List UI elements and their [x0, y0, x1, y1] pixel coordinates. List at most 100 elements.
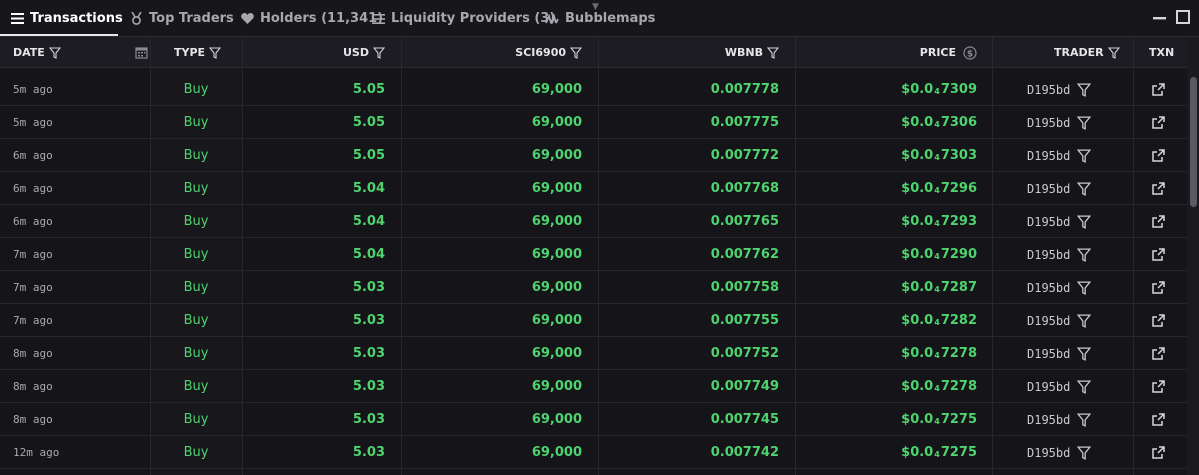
- row-usd: 5.04: [352, 181, 385, 196]
- price-prefix: $0.0: [901, 445, 934, 460]
- tab-holders[interactable]: Holders (11,341): [240, 0, 383, 37]
- trader-address[interactable]: D195bd: [1027, 446, 1070, 460]
- filter-icon[interactable]: [373, 46, 385, 59]
- table-row[interactable]: 7m ago Buy 5.03 69,000 0.007758 $0.0 4 7287 D195…: [0, 271, 1187, 304]
- calendar-icon[interactable]: [131, 37, 148, 68]
- row-usd: 5.03: [352, 412, 385, 427]
- external-link-icon[interactable]: [1150, 403, 1166, 436]
- filter-icon[interactable]: [1077, 116, 1092, 130]
- filter-icon[interactable]: [1077, 149, 1092, 163]
- column-txn-label: TXN: [1149, 46, 1175, 59]
- trader-address[interactable]: D195bd: [1027, 83, 1070, 97]
- trader-address[interactable]: D195bd: [1027, 314, 1070, 328]
- filter-icon[interactable]: [1077, 281, 1092, 295]
- row-trader[interactable]: D195bd: [1027, 271, 1092, 304]
- table-row[interactable]: 8m ago Buy 5.03 69,000 0.007752 $0.0 4 7278 D195…: [0, 337, 1187, 370]
- row-trader[interactable]: D195bd: [1027, 337, 1092, 370]
- row-price: $0.0 4 7293: [901, 205, 977, 238]
- row-trader[interactable]: D195bd: [1027, 436, 1092, 469]
- filter-icon[interactable]: [1077, 446, 1092, 460]
- external-link-icon[interactable]: [1150, 205, 1166, 238]
- filter-icon[interactable]: [1077, 182, 1092, 196]
- row-token-amount: 69,000: [531, 247, 582, 262]
- filter-icon[interactable]: [1077, 347, 1092, 361]
- column-trader[interactable]: TRADER: [1054, 37, 1120, 68]
- filter-icon[interactable]: [570, 46, 582, 59]
- filter-icon[interactable]: [1077, 215, 1092, 229]
- price-zero-count: 4: [934, 252, 940, 261]
- column-price-label: PRICE: [919, 46, 956, 59]
- table-row[interactable]: 6m ago Buy 5.05 69,000 0.007772 $0.0 4 7303 D195…: [0, 139, 1187, 172]
- trader-address[interactable]: D195bd: [1027, 215, 1070, 229]
- row-trader[interactable]: D195bd: [1027, 106, 1092, 139]
- trader-address[interactable]: D195bd: [1027, 248, 1070, 262]
- column-sci6900[interactable]: SCI6900: [515, 37, 582, 68]
- maximize-icon[interactable]: [1175, 9, 1191, 25]
- scrollbar-thumb[interactable]: [1190, 77, 1197, 207]
- trader-address[interactable]: D195bd: [1027, 413, 1070, 427]
- row-trader[interactable]: D195bd: [1027, 73, 1092, 106]
- row-trader[interactable]: D195bd: [1027, 172, 1092, 205]
- external-link-icon[interactable]: [1150, 271, 1166, 304]
- trader-address[interactable]: D195bd: [1027, 182, 1070, 196]
- filter-icon[interactable]: [1077, 380, 1092, 394]
- row-type: Buy: [183, 148, 209, 163]
- table-row[interactable]: 12m ago Buy 5.03 69,000 0.007742 $0.0 4 7275 D19…: [0, 436, 1187, 469]
- filter-icon[interactable]: [1077, 248, 1092, 262]
- tab-bubblemaps[interactable]: Bubblemaps: [545, 0, 655, 37]
- external-link-icon[interactable]: [1150, 73, 1166, 106]
- minimize-icon[interactable]: [1151, 10, 1167, 26]
- external-link-icon[interactable]: [1150, 436, 1166, 469]
- column-usd-label: USD: [343, 46, 369, 59]
- external-link-icon[interactable]: [1150, 172, 1166, 205]
- column-usd[interactable]: USD: [343, 37, 385, 68]
- tab-liquidity-providers[interactable]: Liquidity Providers (3): [371, 0, 555, 37]
- table-row[interactable]: 5m ago Buy 5.05 69,000 0.007778 $0.0 4 7309 D195…: [0, 73, 1187, 106]
- row-trader[interactable]: D195bd: [1027, 304, 1092, 337]
- row-token-amount: 69,000: [531, 445, 582, 460]
- row-trader[interactable]: D195bd: [1027, 238, 1092, 271]
- trader-address[interactable]: D195bd: [1027, 281, 1070, 295]
- table-row[interactable]: 8m ago Buy 5.03 69,000 0.007749 $0.0 4 7278 D195…: [0, 370, 1187, 403]
- column-wbnb[interactable]: WBNB: [725, 37, 779, 68]
- column-type[interactable]: TYPE: [174, 37, 222, 68]
- tab-top-traders[interactable]: Top Traders: [129, 0, 234, 37]
- table-row[interactable]: 6m ago Buy 5.04 69,000 0.007765 $0.0 4 7293 D195…: [0, 205, 1187, 238]
- external-link-icon[interactable]: [1150, 139, 1166, 172]
- column-price[interactable]: PRICE $: [920, 37, 977, 68]
- table-row[interactable]: 8m ago Buy 5.03 69,000 0.007745 $0.0 4 7275 D195…: [0, 403, 1187, 436]
- external-link-icon[interactable]: [1150, 238, 1166, 271]
- filter-icon[interactable]: [48, 46, 61, 59]
- filter-icon[interactable]: [1077, 314, 1092, 328]
- table-row[interactable]: 6m ago Buy 5.04 69,000 0.007768 $0.0 4 7296 D195…: [0, 172, 1187, 205]
- trader-address[interactable]: D195bd: [1027, 347, 1070, 361]
- row-trader[interactable]: D195bd: [1027, 403, 1092, 436]
- trader-address[interactable]: D195bd: [1027, 380, 1070, 394]
- filter-icon[interactable]: [767, 46, 779, 59]
- external-link-icon[interactable]: [1150, 370, 1166, 403]
- table-row[interactable]: 7m ago Buy 5.03 69,000 0.007755 $0.0 4 7282 D195…: [0, 304, 1187, 337]
- row-trader[interactable]: D195bd: [1027, 370, 1092, 403]
- external-link-icon[interactable]: [1150, 106, 1166, 139]
- row-token-amount: 69,000: [531, 379, 582, 394]
- row-price: $0.0 4 7309: [901, 73, 977, 106]
- row-trader[interactable]: D195bd: [1027, 205, 1092, 238]
- table-row[interactable]: 5m ago Buy 5.05 69,000 0.007775 $0.0 4 7306 D195…: [0, 106, 1187, 139]
- tab-transactions[interactable]: Transactions: [10, 0, 123, 37]
- trader-address[interactable]: D195bd: [1027, 116, 1070, 130]
- vertical-scrollbar[interactable]: [1187, 37, 1199, 475]
- external-link-icon[interactable]: [1150, 304, 1166, 337]
- trader-address[interactable]: D195bd: [1027, 149, 1070, 163]
- column-date[interactable]: DATE: [13, 37, 61, 68]
- filter-icon[interactable]: [1077, 83, 1092, 97]
- external-link-icon[interactable]: [1150, 337, 1166, 370]
- filter-icon[interactable]: [1077, 413, 1092, 427]
- dollar-circle-icon[interactable]: $: [963, 45, 977, 60]
- table-row[interactable]: 7m ago Buy 5.04 69,000 0.007762 $0.0 4 7290 D195…: [0, 238, 1187, 271]
- row-price: $0.0 4 7296: [901, 172, 977, 205]
- price-zero-count: 4: [934, 87, 940, 96]
- price-prefix: $0.0: [901, 346, 934, 361]
- filter-icon[interactable]: [209, 46, 222, 59]
- filter-icon[interactable]: [1107, 46, 1120, 59]
- row-trader[interactable]: D195bd: [1027, 139, 1092, 172]
